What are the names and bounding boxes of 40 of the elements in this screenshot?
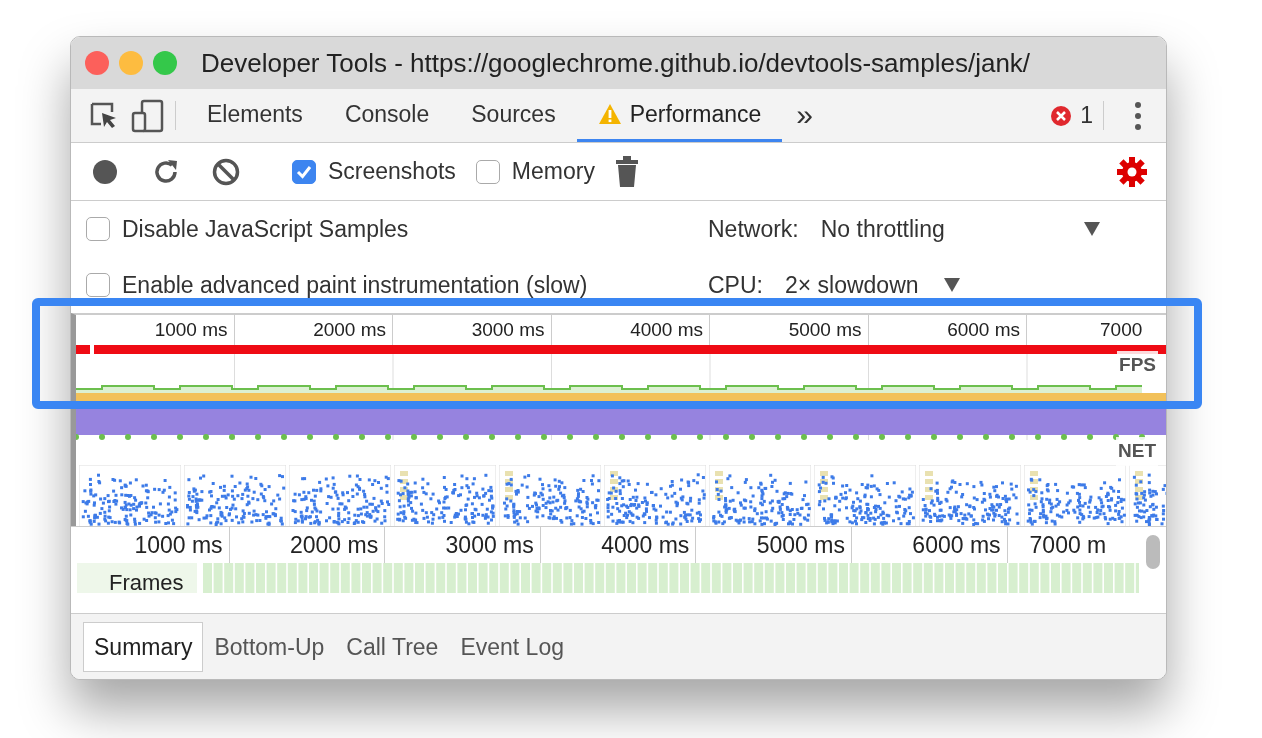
dropdown-caret-icon	[942, 277, 961, 293]
time-tick: 7000	[1099, 318, 1144, 342]
trash-icon[interactable]	[614, 155, 639, 188]
checkbox[interactable]	[475, 159, 500, 184]
checkmark-icon	[296, 164, 312, 179]
error-count: 1	[1080, 101, 1093, 131]
record-icon[interactable]	[91, 157, 119, 186]
select-value: No throttling	[820, 214, 945, 244]
settings-icon[interactable]	[1116, 155, 1148, 188]
network-select[interactable]: No throttling	[820, 211, 1101, 247]
option-label: Enable advanced paint instrumentation (slow)	[122, 270, 588, 300]
details-tab[interactable]: Call Tree	[335, 622, 450, 672]
error-icon	[1050, 104, 1073, 127]
track-label: NET	[1116, 437, 1158, 466]
details-tab[interactable]: Summary	[83, 622, 204, 672]
kebab-icon	[1134, 100, 1142, 131]
option-label: Screenshots	[328, 157, 456, 187]
panel-tab[interactable]: Console	[323, 89, 451, 142]
panel-tab[interactable]: Elements	[186, 89, 324, 142]
checkbox[interactable]	[86, 217, 110, 241]
details-tab[interactable]: Event Log	[449, 622, 575, 672]
checkbox[interactable]	[86, 273, 110, 297]
select-value: 2× slowdown	[784, 270, 919, 300]
dropdown-caret-icon	[1082, 221, 1101, 237]
option-label: Disable JavaScript Samples	[122, 214, 409, 244]
more-tabs-button[interactable]: »	[782, 89, 827, 142]
option-label: Memory	[511, 157, 595, 187]
window-title: Developer Tools - https://googlechrome.github.io/devtools-samples/jank/	[201, 46, 1031, 80]
device-icon[interactable]	[131, 98, 165, 133]
cpu-select[interactable]: 2× slowdown	[784, 267, 961, 303]
checkbox[interactable]	[292, 159, 316, 184]
cpu-label: CPU:	[708, 270, 763, 300]
clear-icon[interactable]	[211, 156, 241, 187]
details-tab[interactable]: Bottom-Up	[203, 622, 336, 672]
network-label: Network:	[708, 214, 799, 244]
panel-tab[interactable]: Sources	[450, 89, 577, 142]
panel-tab[interactable]: Performance	[576, 89, 783, 142]
track-label: Frames	[109, 569, 184, 597]
scrollbar-thumb[interactable]	[1146, 535, 1160, 569]
time-tick: 7000 m	[1028, 531, 1108, 560]
